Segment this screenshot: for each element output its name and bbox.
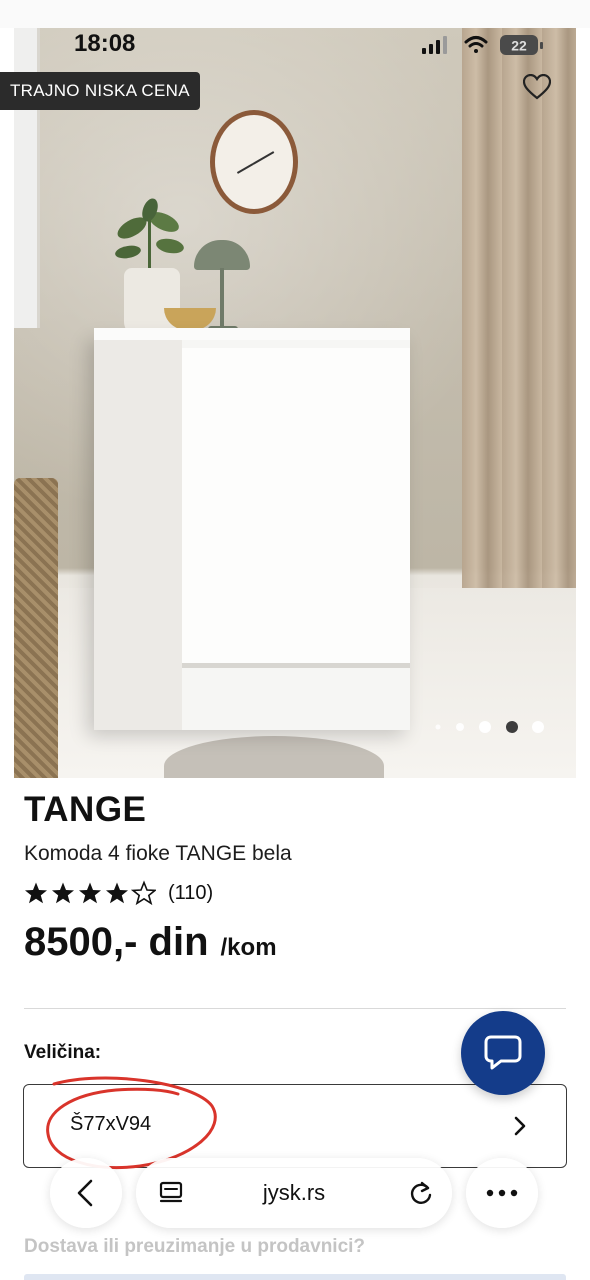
heart-icon [523,74,551,100]
star-outline-icon [132,881,156,905]
review-count[interactable]: (110) [168,882,213,905]
product-image[interactable] [14,28,576,778]
price-amount: 8500,- din [24,920,209,964]
plant-leaves [115,198,184,278]
delivery-heading[interactable]: Dostava ili preuzimanje u prodavnici? [24,1236,365,1258]
rating-stars [25,881,156,905]
carousel-dot [435,724,441,730]
bottom-panel-edge [24,1274,566,1280]
size-value: Š77xV94 [70,1113,152,1135]
star-icon [106,882,128,904]
browser-more-button[interactable] [466,1158,538,1228]
reload-icon[interactable] [408,1180,434,1206]
battery-level: 22 [511,38,527,54]
status-time: 18:08 [74,30,136,57]
plant-pot [124,268,180,336]
browser-domain: jysk.rs [262,1180,326,1205]
wifi-icon [464,36,488,53]
divider [24,1008,566,1009]
product-rating[interactable]: (110) [24,878,213,908]
back-arrow-icon [77,1179,93,1207]
carousel-dot-active [506,721,518,733]
signal-icon [422,36,447,54]
curtain [462,28,576,668]
carousel-dots[interactable] [430,718,550,736]
drawer [182,426,410,512]
basket [14,478,58,778]
carousel-dot [456,723,464,731]
star-icon [25,882,47,904]
product-price: 8500,- din /kom [24,920,277,965]
drawer [182,582,410,668]
star-icon [52,882,74,904]
carousel-dot [532,721,544,733]
star-icon [79,882,101,904]
browser-back-button[interactable] [50,1158,122,1228]
product-brand: TANGE [24,790,147,829]
browser-address-bar[interactable]: jysk.rs [136,1158,452,1228]
price-unit: /kom [220,934,277,961]
size-label: Veličina: [24,1042,102,1063]
status-icons: 22 [422,35,543,55]
chevron-right-icon [514,1116,526,1136]
carousel-dot [479,721,491,733]
product-name: Komoda 4 fioke TANGE bela [24,842,292,865]
chat-button[interactable] [461,1011,545,1095]
size-selector[interactable]: Š77xV94 [23,1084,567,1168]
wishlist-button[interactable] [518,68,556,106]
drawer [182,348,410,434]
price-badge: TRAJNO NISKA CENA [0,72,200,110]
drawer [182,504,410,590]
battery-icon: 22 [500,35,543,55]
wall-clock [210,110,298,214]
chat-icon [484,1035,522,1070]
top-strip [0,0,590,28]
more-icon [486,1189,518,1197]
